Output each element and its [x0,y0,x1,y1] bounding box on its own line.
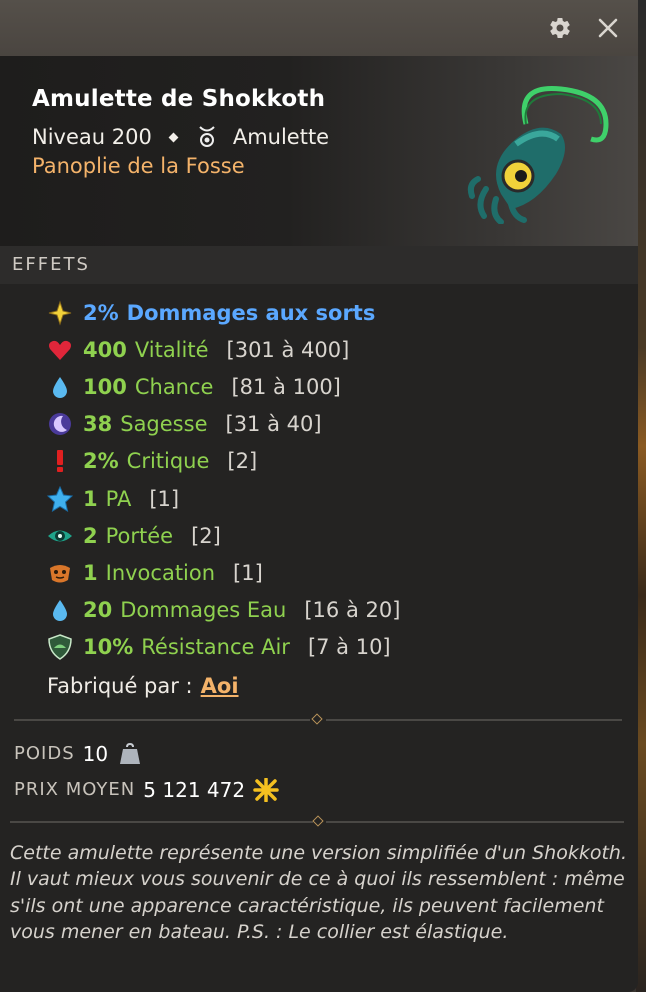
effect-row: 400 Vitalité [301 à 400] [0,331,638,368]
shield-air-icon [48,634,72,661]
weight-row: POIDS 10 [0,736,638,772]
gear-icon[interactable] [548,16,572,40]
effect-value: 2 [83,523,98,548]
effect-label: Dommages Eau [120,598,287,623]
star-icon [48,300,72,326]
effect-label: Invocation [105,560,216,585]
close-icon[interactable] [596,16,620,40]
effects-section-title: EFFETS [0,246,638,284]
item-set-link[interactable]: Panoplie de la Fosse [32,154,245,178]
item-type: Amulette [232,125,330,149]
effect-value: 10% [83,635,134,660]
title-bar [0,0,638,56]
item-subtitle: Niveau 200 Amulette [32,124,329,150]
stats-block: POIDS 10 PRIX MOYEN 5 121 472 [0,730,638,808]
effect-value: 2% [83,449,119,474]
separator-dot [168,132,179,142]
heart-icon [49,340,71,360]
effect-range: [301 à 400] [226,337,350,362]
effect-label: Résistance Air [141,635,290,660]
effect-value: 1 [83,486,98,511]
effect-row: 2% Critique [2] [0,443,638,480]
effect-value: 100 [83,374,127,399]
crafted-by-row: Fabriqué par : Aoi [0,666,638,706]
effect-row: 2 Portée [2] [0,517,638,554]
effect-value: 1 [83,560,98,585]
effect-range: [2] [227,449,258,474]
item-tooltip-panel: Amulette de Shokkoth Niveau 200 Amulette… [0,0,638,992]
crafted-by-label: Fabriqué par : [47,673,193,698]
effect-label: Critique [126,449,210,474]
effect-label: Dommages aux sorts [126,300,376,325]
effect-range: [2] [191,523,221,548]
effect-range: [81 à 100] [231,374,341,399]
moon-icon [49,413,71,436]
weight-value: 10 [82,741,109,766]
item-header: Amulette de Shokkoth Niveau 200 Amulette… [0,56,638,246]
effect-value: 2% [83,300,119,325]
divider [0,710,638,730]
effect-range: [7 à 10] [307,635,391,660]
effects-list: 2% Dommages aux sorts 400 Vitalité [301 … [0,284,638,706]
effect-range: [1] [149,486,180,511]
effect-row: 100 Chance [81 à 100] [0,368,638,405]
exclamation-icon [57,450,63,473]
effect-row: 38 Sagesse [31 à 40] [0,406,638,443]
price-label: PRIX MOYEN [14,779,136,801]
effect-label: Portée [105,523,174,548]
amulet-type-icon [199,126,215,147]
item-level: Niveau 200 [32,125,152,149]
effect-row: 10% Résistance Air [7 à 10] [0,629,638,666]
kamas-icon [253,777,279,802]
weight-icon [120,742,141,764]
effect-row: 1 Invocation [1] [0,554,638,591]
price-row: PRIX MOYEN 5 121 472 [0,772,638,808]
effect-row: 2% Dommages aux sorts [0,294,638,331]
effect-range: [31 à 40] [225,412,322,437]
crafter-link[interactable]: Aoi [201,674,239,698]
effect-range: [16 à 20] [304,598,401,623]
water-drop-icon [53,600,67,622]
item-description: Cette amulette représente une version si… [10,841,627,944]
effect-label: Vitalité [134,337,209,362]
price-value: 5 121 472 [143,777,246,802]
effect-label: Sagesse [120,412,208,437]
effect-value: 38 [83,412,113,437]
effect-row: 1 PA [1] [0,480,638,517]
effect-row: 20 Dommages Eau [16 à 20] [0,592,638,629]
blue-star-icon [47,485,73,512]
effect-label: PA [105,486,132,511]
summon-icon [50,564,70,583]
effect-range: [1] [233,560,263,585]
water-drop-icon [53,376,67,398]
shokkoth-amulet-image [467,85,609,224]
weight-label: POIDS [14,743,75,765]
item-name: Amulette de Shokkoth [32,86,326,112]
effect-label: Chance [134,374,214,399]
eye-icon [48,530,72,542]
effect-value: 400 [83,337,127,362]
effect-value: 20 [83,598,113,623]
divider [0,812,638,832]
